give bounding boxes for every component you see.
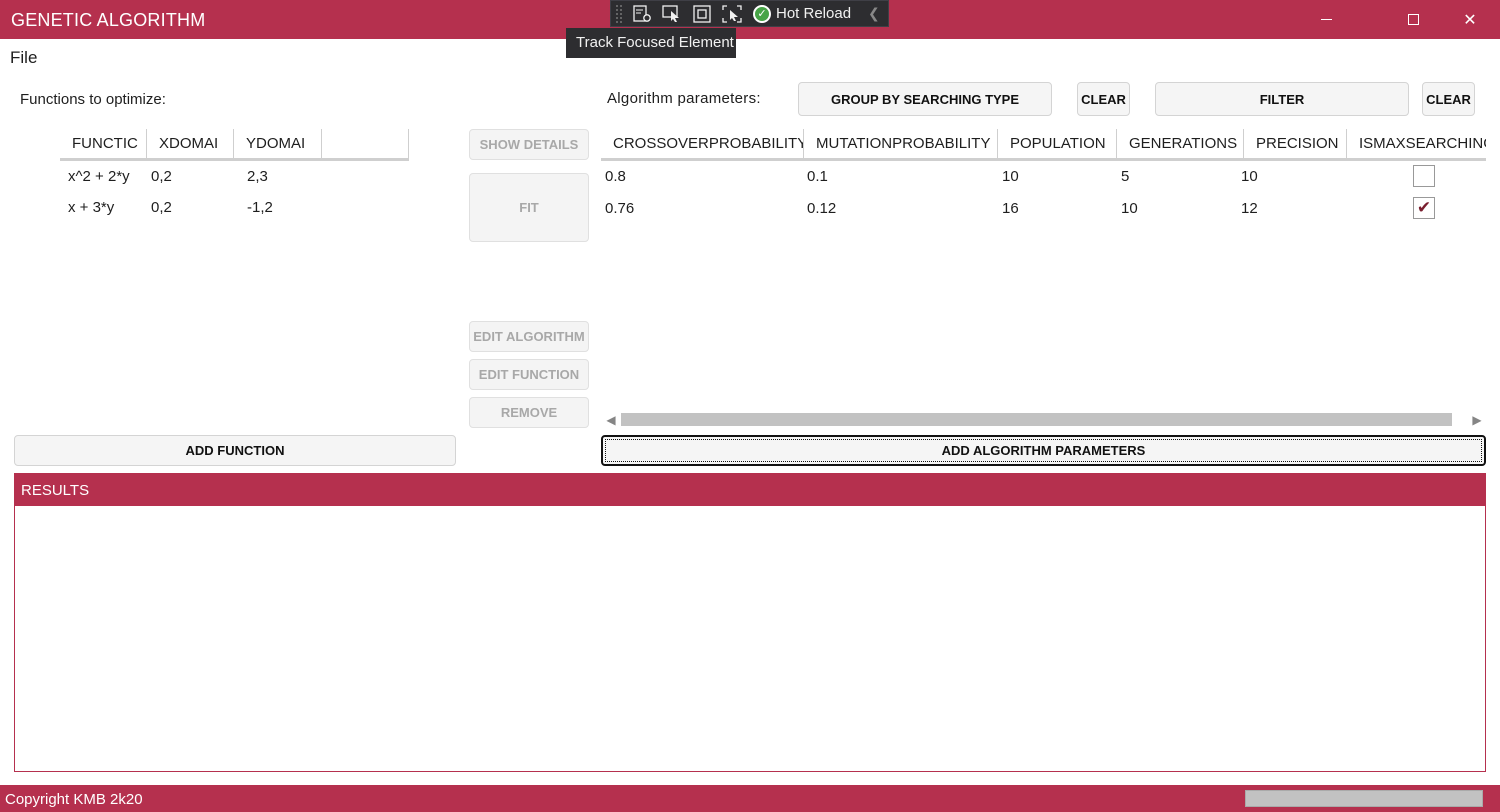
is-max-searching-checkbox-checked[interactable]: ✔	[1413, 197, 1435, 219]
close-button[interactable]: ✕	[1441, 0, 1499, 39]
window-title: GENETIC ALGORITHM	[11, 10, 206, 30]
column-header-ydomain[interactable]: YDOMAI	[234, 129, 322, 158]
population-cell: 16	[1002, 199, 1019, 217]
xdomain-cell: 0,2	[151, 168, 172, 185]
algorithm-grid-header: CROSSOVERPROBABILITY MUTATIONPROBABILITY…	[601, 129, 1486, 161]
scroll-left-icon[interactable]: ◀	[603, 410, 619, 429]
minimize-icon	[1320, 19, 1332, 20]
filter-button[interactable]: FILTER	[1155, 82, 1409, 116]
track-focused-element-icon[interactable]	[721, 4, 743, 24]
functions-heading: Functions to optimize:	[20, 91, 166, 108]
fit-button[interactable]: FIT	[469, 173, 589, 242]
table-row[interactable]: 0.8 0.1 10 5 10	[605, 163, 1435, 189]
maximize-button[interactable]	[1384, 0, 1442, 39]
display-layout-adorners-icon[interactable]	[691, 4, 713, 24]
column-header-crossover[interactable]: CROSSOVERPROBABILITY	[601, 129, 804, 158]
horizontal-scrollbar[interactable]: ◀ ▶	[603, 410, 1485, 429]
column-header-population[interactable]: POPULATION	[998, 129, 1117, 158]
collapse-chevron-icon[interactable]: ❮	[868, 5, 880, 22]
copyright-text: Copyright KMB 2k20	[5, 791, 143, 808]
xaml-debug-toolbar: ✓ Hot Reload ❮	[610, 0, 889, 27]
precision-cell: 12	[1241, 199, 1258, 217]
clear-group-button[interactable]: CLEAR	[1077, 82, 1130, 116]
hot-reload-label[interactable]: Hot Reload	[776, 5, 851, 22]
column-header-ismaxsearching[interactable]: ISMAXSEARCHING	[1347, 129, 1486, 158]
select-element-icon[interactable]	[661, 4, 683, 24]
close-icon: ✕	[1463, 11, 1477, 29]
ydomain-cell: 2,3	[247, 168, 268, 185]
column-header-mutation[interactable]: MUTATIONPROBABILITY	[804, 129, 998, 158]
results-panel: RESULTS	[14, 473, 1486, 772]
column-header-precision[interactable]: PRECISION	[1244, 129, 1347, 158]
function-cell: x^2 + 2*y	[68, 168, 130, 185]
table-row[interactable]: 0.76 0.12 16 10 12 ✔	[605, 195, 1435, 221]
status-bar: Copyright KMB 2k20	[0, 785, 1500, 812]
live-visual-tree-icon[interactable]	[631, 4, 653, 24]
functions-grid-header: FUNCTIC XDOMAI YDOMAI	[60, 129, 409, 161]
add-algorithm-parameters-button[interactable]: ADD ALGORITHM PARAMETERS	[601, 435, 1486, 466]
column-header-xdomain[interactable]: XDOMAI	[147, 129, 234, 158]
column-header-generations[interactable]: GENERATIONS	[1117, 129, 1244, 158]
tooltip: Track Focused Element	[566, 28, 736, 58]
mutation-cell: 0.1	[807, 167, 828, 185]
scroll-right-icon[interactable]: ▶	[1469, 410, 1485, 429]
ydomain-cell: -1,2	[247, 199, 273, 216]
menu-file[interactable]: File	[10, 48, 37, 68]
results-heading: RESULTS	[15, 474, 1485, 506]
crossover-cell: 0.8	[605, 167, 626, 185]
toolbar-grip-icon[interactable]	[615, 3, 623, 24]
edit-function-button[interactable]: EDIT FUNCTION	[469, 359, 589, 390]
hot-reload-check-icon: ✓	[753, 4, 771, 23]
show-details-button[interactable]: SHOW DETAILS	[469, 129, 589, 160]
population-cell: 10	[1002, 167, 1019, 185]
table-row[interactable]: x^2 + 2*y 0,2 2,3	[68, 168, 327, 185]
remove-button[interactable]: REMOVE	[469, 397, 589, 428]
xdomain-cell: 0,2	[151, 199, 172, 216]
crossover-cell: 0.76	[605, 199, 635, 217]
group-by-searching-type-button[interactable]: GROUP BY SEARCHING TYPE	[798, 82, 1052, 116]
progress-bar	[1245, 790, 1483, 807]
column-header-function[interactable]: FUNCTIC	[60, 129, 147, 158]
add-function-button[interactable]: ADD FUNCTION	[14, 435, 456, 466]
scrollbar-thumb[interactable]	[621, 413, 1452, 426]
table-row[interactable]: x + 3*y 0,2 -1,2	[68, 199, 327, 216]
column-header-filler	[322, 129, 409, 158]
generations-cell: 10	[1121, 199, 1138, 217]
is-max-searching-checkbox[interactable]	[1413, 165, 1435, 187]
generations-cell: 5	[1121, 167, 1130, 185]
precision-cell: 10	[1241, 167, 1258, 185]
function-cell: x + 3*y	[68, 199, 115, 216]
edit-algorithm-button[interactable]: EDIT ALGORITHM	[469, 321, 589, 352]
mutation-cell: 0.12	[807, 199, 837, 217]
maximize-icon	[1407, 14, 1419, 25]
algorithm-heading: Algorithm parameters:	[607, 90, 761, 107]
minimize-button[interactable]	[1297, 0, 1355, 39]
clear-filter-button[interactable]: CLEAR	[1422, 82, 1475, 116]
